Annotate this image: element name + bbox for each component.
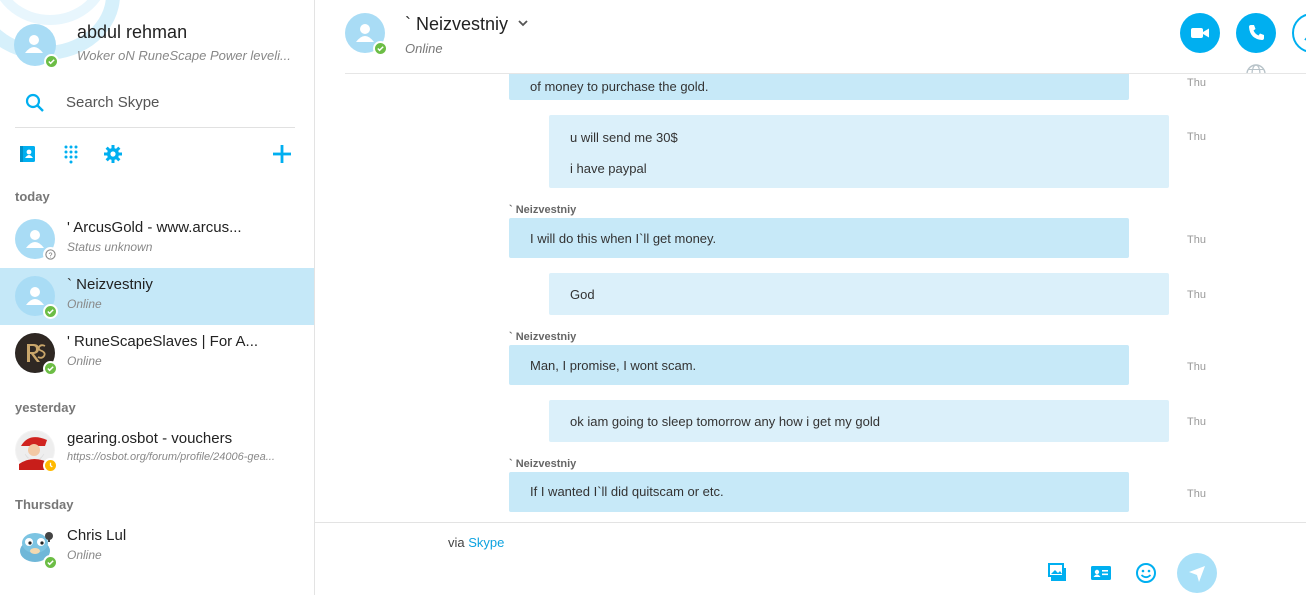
plus-icon[interactable]	[272, 144, 292, 164]
message-text: Man, I promise, I wont scam.	[530, 358, 697, 373]
contact-name: ' RuneScapeSlaves | For A...	[67, 333, 259, 350]
message-text: ok iam going to sleep tomorrow any how i…	[570, 414, 880, 429]
message-timestamp: Thu	[1187, 131, 1206, 143]
contact-item-selected[interactable]: ` Neizvestniy Online	[0, 268, 314, 325]
message-history[interactable]: of money to purchase the gold. Thu u wil…	[315, 74, 1306, 522]
contact-status: Online	[67, 297, 102, 311]
contact-item[interactable]: Chris Lul Online	[0, 519, 314, 576]
message-sender: ` Neizvestniy	[509, 204, 577, 216]
message-sender: ` Neizvestniy	[509, 458, 577, 470]
svg-text:?: ?	[49, 251, 53, 259]
address-book-icon[interactable]	[18, 144, 38, 164]
status-unknown-icon: ?	[43, 247, 58, 262]
message-text: God	[570, 287, 595, 302]
contact-status: Online	[67, 548, 102, 562]
phone-icon	[1249, 25, 1264, 40]
online-status-icon	[43, 555, 58, 570]
contact-card-icon[interactable]	[1089, 561, 1113, 585]
contact-name: Chris Lul	[67, 527, 127, 544]
search-icon	[25, 93, 44, 112]
conversation-pane: ` Neizvestniy Online of money to purchas…	[315, 0, 1306, 595]
message-sender: ` Neizvestniy	[509, 331, 577, 343]
my-name[interactable]: abdul rehman	[77, 22, 187, 43]
message-text: I will do this when I`ll get money.	[530, 231, 717, 246]
chevron-down-icon[interactable]	[517, 17, 529, 29]
section-header-yesterday: yesterday	[15, 400, 76, 415]
send-button[interactable]	[1177, 553, 1217, 593]
message-composer[interactable]: via Skype	[315, 522, 1306, 595]
send-icon	[1189, 566, 1205, 582]
video-call-icon	[1191, 28, 1209, 38]
message-text: i have paypal	[570, 161, 647, 176]
message-bubble-outgoing[interactable]: u will send me 30$ i have paypal	[549, 115, 1169, 188]
contact-item[interactable]: ? ' ArcusGold - www.arcus... Status unkn…	[0, 211, 314, 268]
dialpad-icon[interactable]	[61, 144, 81, 164]
image-icon[interactable]	[1046, 561, 1070, 585]
message-bubble-outgoing[interactable]: ok iam going to sleep tomorrow any how i…	[549, 400, 1169, 442]
add-person-icon	[1304, 37, 1306, 41]
contact-status: Status unknown	[67, 240, 153, 254]
avatar	[15, 527, 58, 570]
sidebar-toolbar	[0, 144, 314, 166]
smiley-icon[interactable]	[1134, 561, 1158, 585]
add-people-button[interactable]	[1292, 13, 1306, 53]
conversation-avatar[interactable]	[345, 13, 388, 56]
message-timestamp: Thu	[1187, 488, 1206, 500]
my-mood-message[interactable]: Woker oN RuneScape Power leveli...	[77, 48, 297, 63]
message-text: If I wanted I`ll did quitscam or etc.	[530, 484, 724, 499]
online-status-icon	[44, 54, 59, 69]
message-bubble-outgoing[interactable]: God	[549, 273, 1169, 315]
skype-link[interactable]: Skype	[468, 535, 504, 550]
message-timestamp: Thu	[1187, 361, 1206, 373]
message-timestamp: Thu	[1187, 77, 1206, 89]
contact-item[interactable]: gearing.osbot - vouchers https://osbot.o…	[0, 422, 314, 479]
message-timestamp: Thu	[1187, 416, 1206, 428]
away-status-icon	[43, 458, 58, 473]
search-box[interactable]	[15, 84, 295, 128]
online-status-icon	[43, 304, 58, 319]
conversation-title[interactable]: ` Neizvestniy	[405, 14, 508, 35]
contact-item[interactable]: ' RuneScapeSlaves | For A... Online	[0, 325, 314, 382]
contact-status: https://osbot.org/forum/profile/24006-ge…	[67, 451, 275, 463]
avatar	[15, 430, 58, 473]
audio-call-button[interactable]	[1236, 13, 1276, 53]
my-avatar[interactable]	[14, 24, 59, 69]
conversation-status: Online	[405, 41, 443, 56]
message-text: of money to purchase the gold.	[530, 79, 709, 94]
contact-name: gearing.osbot - vouchers	[67, 430, 233, 447]
section-header-today: today	[15, 189, 50, 204]
message-bubble-incoming[interactable]: If I wanted I`ll did quitscam or etc.	[509, 472, 1129, 512]
message-bubble-incoming[interactable]: Man, I promise, I wont scam.	[509, 345, 1129, 385]
online-status-icon	[43, 361, 58, 376]
contact-status: Online	[67, 354, 102, 368]
contact-name: ` Neizvestniy	[67, 276, 153, 293]
gear-icon[interactable]	[103, 144, 123, 164]
video-call-button[interactable]	[1180, 13, 1220, 53]
search-input[interactable]	[66, 91, 286, 113]
avatar	[15, 276, 58, 319]
section-header-thursday: Thursday	[15, 497, 74, 512]
contact-name: ' ArcusGold - www.arcus...	[67, 219, 242, 236]
message-text: u will send me 30$	[570, 130, 678, 145]
message-timestamp: Thu	[1187, 234, 1206, 246]
online-status-icon	[373, 41, 388, 56]
avatar: ?	[15, 219, 58, 262]
avatar	[15, 333, 58, 376]
message-bubble-incoming[interactable]: I will do this when I`ll get money.	[509, 218, 1129, 258]
sidebar: abdul rehman Woker oN RuneScape Power le…	[0, 0, 315, 595]
via-prefix: via	[448, 535, 465, 550]
message-timestamp: Thu	[1187, 289, 1206, 301]
via-skype-label: via Skype	[448, 535, 504, 550]
message-bubble-incoming[interactable]: of money to purchase the gold.	[509, 74, 1129, 100]
